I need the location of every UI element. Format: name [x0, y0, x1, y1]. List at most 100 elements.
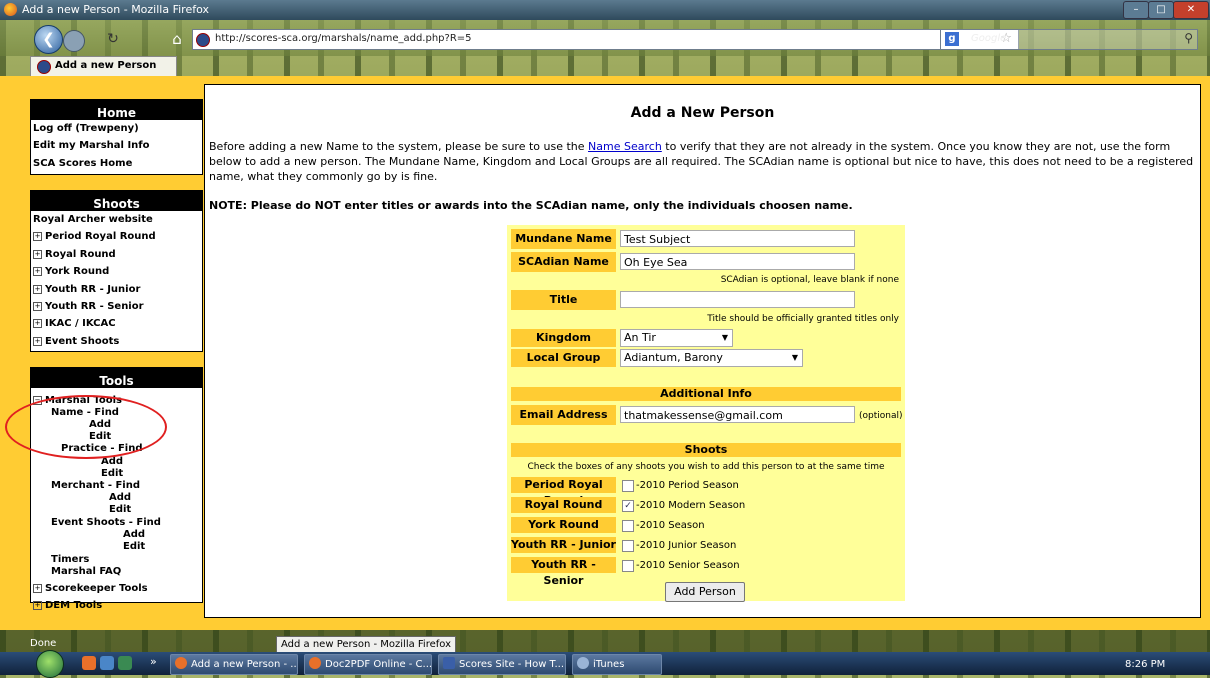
expand-plus-icon[interactable]: + [33, 301, 42, 311]
local-group-value: Adiantum, Barony [624, 351, 723, 364]
link-practice-add[interactable]: Add [101, 456, 123, 467]
site-favicon [196, 33, 210, 47]
youth-junior-label: Youth RR - Junior [511, 537, 616, 553]
link-name-add[interactable]: Add [89, 419, 111, 430]
link-merchant-add[interactable]: Add [109, 492, 131, 503]
mundane-name-input[interactable]: Test Subject [620, 230, 855, 247]
expand-plus-icon[interactable]: + [33, 267, 42, 277]
sidebar-item-york-round[interactable]: + York Round [31, 263, 202, 280]
expand-plus-icon[interactable]: + [33, 232, 42, 242]
email-label: Email Address [511, 405, 616, 425]
sidebar-item-ikac[interactable]: + IKAC / IKCAC [31, 315, 202, 332]
link-merchant-find[interactable]: Merchant - Find [51, 480, 140, 491]
main-content: Add a New Person Before adding a new Nam… [204, 84, 1201, 618]
taskbar-button-scores-site[interactable]: Scores Site - How T... [438, 654, 566, 675]
start-button[interactable] [36, 650, 64, 678]
sidebar-link-royal-archer[interactable]: Royal Archer website [31, 211, 202, 228]
sidebar-home-heading: Home [31, 100, 202, 120]
note-text: NOTE: Please do NOT enter titles or awar… [209, 199, 853, 212]
sidebar-shoots-heading: Shoots [31, 191, 202, 211]
email-optional-hint: (optional) [859, 411, 903, 421]
youth-junior-checkbox[interactable] [622, 540, 634, 552]
system-tray-clock[interactable]: 8:26 PM [1125, 659, 1165, 670]
taskbar-label: Add a new Person - ... [191, 659, 298, 670]
itunes-icon [577, 657, 589, 669]
mundane-name-label: Mundane Name [511, 229, 616, 249]
expand-plus-icon[interactable]: + [33, 601, 42, 610]
add-person-form: Mundane Name Test Subject SCAdian Name O… [507, 225, 905, 602]
collapse-minus-icon[interactable]: − [33, 396, 42, 405]
firefox-quicklaunch-icon[interactable] [82, 656, 96, 670]
link-timers[interactable]: Timers [51, 554, 89, 565]
show-desktop-icon[interactable] [118, 656, 132, 670]
taskbar-button-doc2pdf[interactable]: Doc2PDF Online - C... [304, 654, 432, 675]
search-box[interactable]: g Google ⚲ [940, 29, 1198, 50]
royal-round-checkbox[interactable]: ✓ [622, 500, 634, 512]
link-practice-edit[interactable]: Edit [101, 468, 123, 479]
sidebar-item-scorekeeper-tools[interactable]: + Scorekeeper Tools [33, 583, 148, 594]
quicklaunch-overflow[interactable]: » [150, 655, 157, 668]
taskbar-button-itunes[interactable]: iTunes [572, 654, 662, 675]
name-search-link[interactable]: Name Search [588, 140, 662, 153]
york-round-checkbox[interactable] [622, 520, 634, 532]
sidebar-item-label: Event Shoots [45, 335, 120, 347]
minimize-button[interactable]: – [1123, 1, 1149, 19]
sidebar-item-label: DEM Tools [45, 600, 103, 611]
link-name-find[interactable]: Name - Find [51, 407, 119, 418]
sidebar-link-logoff[interactable]: Log off (Trewpeny) [31, 120, 202, 137]
expand-plus-icon[interactable]: + [33, 584, 42, 593]
expand-plus-icon[interactable]: + [33, 336, 42, 346]
kingdom-value: An Tir [624, 331, 656, 344]
search-icon[interactable]: ⚲ [1184, 31, 1193, 45]
sidebar-link-edit-marshal[interactable]: Edit my Marshal Info [31, 137, 202, 154]
expand-plus-icon[interactable]: + [33, 284, 42, 294]
sidebar-item-event-shoots[interactable]: + Event Shoots [31, 333, 202, 350]
firefox-icon [175, 657, 187, 669]
sidebar-item-royal-round[interactable]: + Royal Round [31, 246, 202, 263]
link-practice-find[interactable]: Practice - Find [61, 443, 143, 454]
taskbar-label: iTunes [593, 659, 625, 670]
back-button[interactable]: ❮ [34, 25, 63, 54]
youth-senior-checkbox[interactable] [622, 560, 634, 572]
senior-season-option: -2010 Senior Season [636, 560, 740, 571]
scadian-hint: SCAdian is optional, leave blank if none [720, 275, 899, 285]
sidebar-item-marshal-tools[interactable]: − Marshal Tools [33, 395, 122, 406]
local-group-select[interactable]: Adiantum, Barony ▼ [620, 349, 803, 367]
chevron-down-icon: ▼ [721, 333, 728, 342]
sidebar-link-sca-home[interactable]: SCA Scores Home [31, 155, 202, 172]
address-bar[interactable]: http://scores-sca.org/marshals/name_add.… [192, 29, 1019, 50]
link-event-shoots-find[interactable]: Event Shoots - Find [51, 517, 161, 528]
sidebar-shoots: Shoots Royal Archer website + Period Roya… [30, 190, 203, 352]
home-icon[interactable]: ⌂ [168, 30, 186, 48]
google-icon[interactable]: g [945, 32, 959, 46]
link-name-edit[interactable]: Edit [89, 431, 111, 442]
sidebar-item-dem-tools[interactable]: + DEM Tools [33, 600, 102, 611]
link-event-shoots-add[interactable]: Add [123, 529, 145, 540]
scadian-name-input[interactable]: Oh Eye Sea [620, 253, 855, 270]
reload-icon[interactable]: ↻ [104, 30, 122, 48]
kingdom-select[interactable]: An Tir ▼ [620, 329, 733, 347]
status-bar: Done [0, 630, 1210, 652]
firefox-icon [4, 3, 17, 16]
title-input[interactable] [620, 291, 855, 308]
expand-plus-icon[interactable]: + [33, 249, 42, 259]
forward-button[interactable] [63, 30, 85, 52]
close-window-button[interactable]: ✕ [1173, 1, 1209, 19]
sidebar-item-period-royal-round[interactable]: + Period Royal Round [31, 228, 202, 245]
sidebar-item-youth-senior[interactable]: + Youth RR - Senior [31, 298, 202, 315]
sidebar-item-youth-junior[interactable]: + Youth RR - Junior [31, 281, 202, 298]
period-royal-round-checkbox[interactable] [622, 480, 634, 492]
tab-add-new-person[interactable]: Add a new Person [30, 56, 177, 76]
taskbar-button-firefox[interactable]: Add a new Person - ... [170, 654, 298, 675]
maximize-button[interactable]: □ [1148, 1, 1174, 19]
expand-plus-icon[interactable]: + [33, 319, 42, 329]
link-event-shoots-edit[interactable]: Edit [123, 541, 145, 552]
link-merchant-edit[interactable]: Edit [109, 504, 131, 515]
add-person-button[interactable]: Add Person [665, 582, 745, 602]
modern-season-option: -2010 Modern Season [636, 500, 746, 511]
chevron-down-icon: ▼ [791, 353, 798, 362]
sidebar-item-label: IKAC / IKCAC [45, 318, 116, 330]
email-input[interactable]: thatmakessense@gmail.com [620, 406, 855, 423]
quicklaunch-icon[interactable] [100, 656, 114, 670]
link-marshal-faq[interactable]: Marshal FAQ [51, 566, 121, 577]
